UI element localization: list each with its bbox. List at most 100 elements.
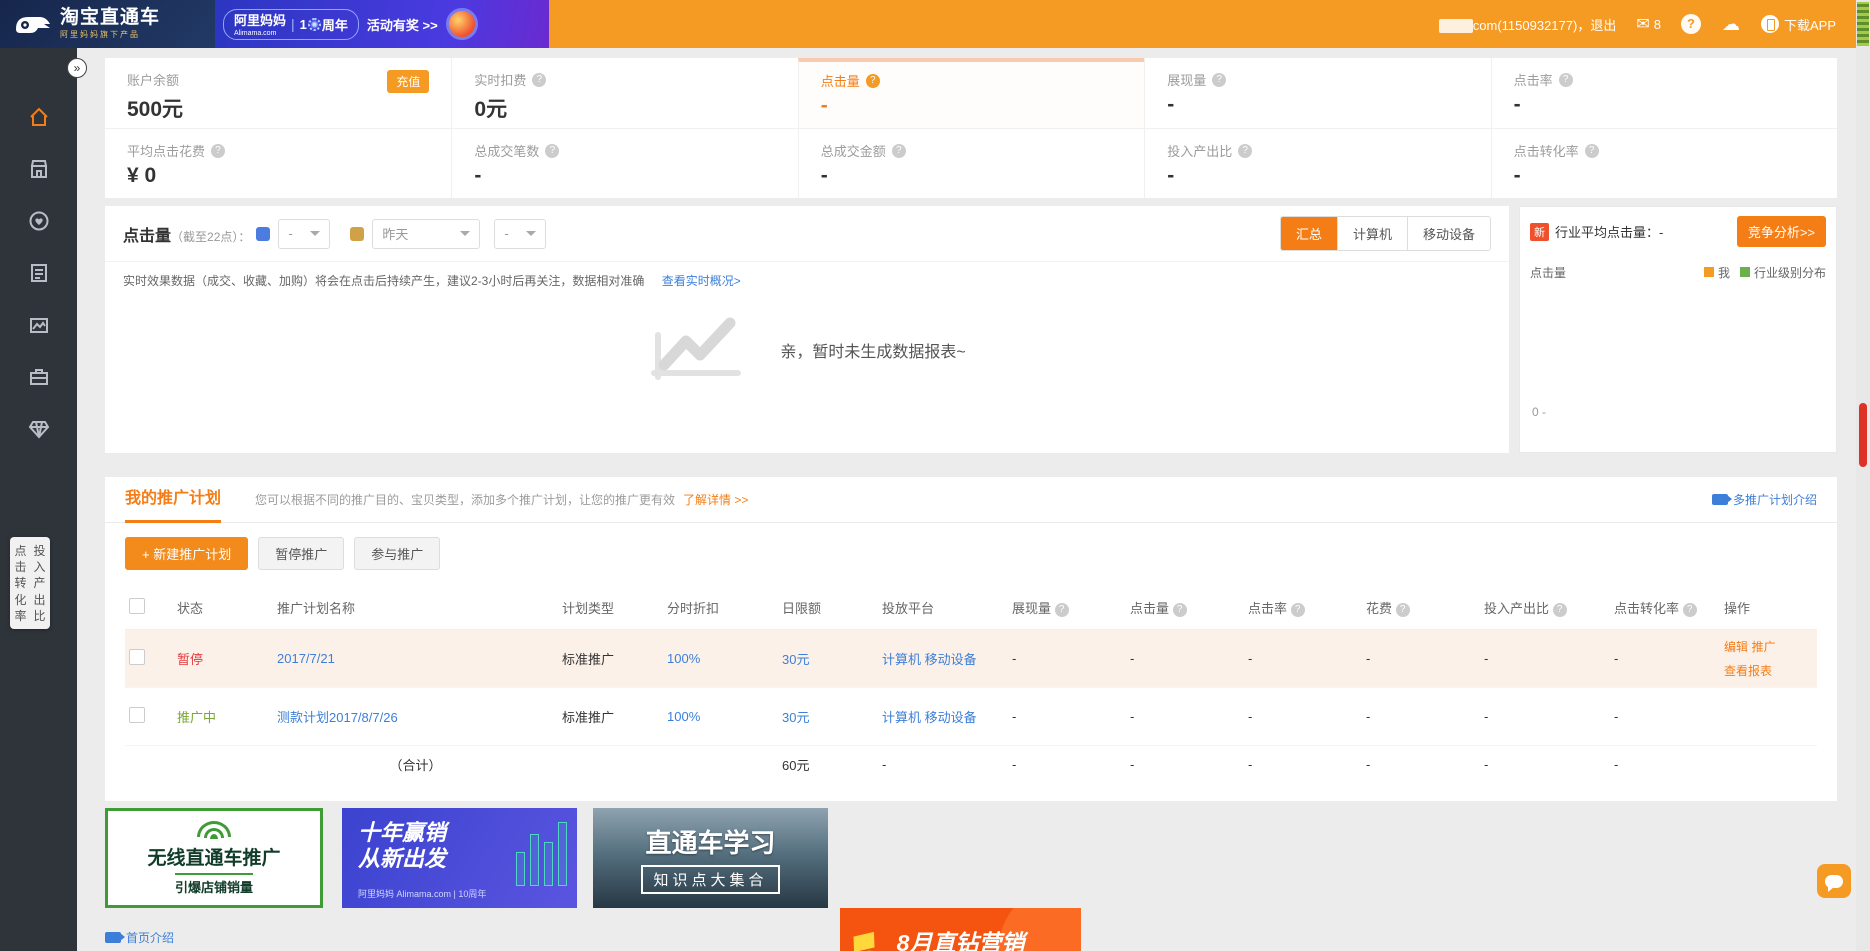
- stat-avg-cpc: 平均点击花费? ¥ 0: [105, 128, 451, 198]
- new-campaign-button[interactable]: + 新建推广计划: [125, 537, 248, 570]
- banner-wireless-promo[interactable]: 无线直通车推广 引爆店铺销量: [105, 808, 323, 908]
- metric-float-widget[interactable]: 点击转化率 投入产出比: [10, 537, 50, 629]
- help-icon[interactable]: ?: [1291, 603, 1305, 617]
- banner-anniversary[interactable]: 十年赢销 从新出发 阿里妈妈 Alimama.com | 10周年: [342, 808, 577, 908]
- sidebar-item-tools[interactable]: [28, 366, 50, 388]
- help-icon[interactable]: ?: [1553, 603, 1567, 617]
- tab-mobile[interactable]: 移动设备: [1407, 217, 1490, 250]
- new-badge: 新: [1530, 223, 1549, 241]
- account-info: com(1150932177)，退出: [1439, 15, 1617, 34]
- logout-link[interactable]: 退出: [1590, 18, 1616, 33]
- multi-campaign-intro-link[interactable]: 多推广计划介绍: [1712, 491, 1817, 508]
- tab-my-campaigns[interactable]: 我的推广计划: [125, 477, 221, 523]
- realtime-overview-link[interactable]: 查看实时概况>: [662, 274, 741, 288]
- help-icon[interactable]: ?: [1055, 603, 1069, 617]
- help-icon[interactable]: ?: [1173, 603, 1187, 617]
- daily-limit-link[interactable]: 30元: [782, 710, 809, 725]
- activity-link[interactable]: 活动有奖 >>: [367, 15, 438, 34]
- learn-more-link[interactable]: 了解详情 >>: [683, 491, 748, 508]
- sidebar-item-vip[interactable]: [28, 418, 50, 440]
- banner-title: 无线直通车推广: [147, 843, 280, 870]
- banner-subtitle: 引爆店铺销量: [175, 873, 253, 896]
- help-icon[interactable]: ?: [1396, 603, 1410, 617]
- discount-link[interactable]: 100%: [667, 651, 700, 666]
- sidebar-item-creatives[interactable]: [28, 314, 50, 336]
- customer-service-button[interactable]: [1817, 864, 1851, 898]
- discount-link[interactable]: 100%: [667, 709, 700, 724]
- help-icon[interactable]: ?: [1585, 144, 1599, 158]
- platform-computer-link[interactable]: 计算机: [882, 652, 921, 667]
- anniversary-label: 1 周年: [300, 15, 348, 34]
- anniversary-zero-icon: [308, 18, 321, 31]
- platform-computer-link[interactable]: 计算机: [882, 710, 921, 725]
- help-icon[interactable]: ?: [866, 74, 880, 88]
- help-icon[interactable]: ?: [1559, 73, 1573, 87]
- sidebar-expand-button[interactable]: »: [67, 58, 87, 78]
- tab-summary[interactable]: 汇总: [1281, 217, 1337, 250]
- series-select-a[interactable]: -: [278, 219, 330, 249]
- series-select-b[interactable]: -: [494, 219, 546, 249]
- cell-cost: -: [1362, 630, 1480, 688]
- campaign-type: 标准推广: [558, 688, 663, 746]
- anniversary-banner[interactable]: 阿里妈妈 Alimama.com | 1 周年 活动有奖 >>: [215, 0, 549, 48]
- cell-ctr: -: [1244, 688, 1362, 746]
- pause-campaign-button[interactable]: 暂停推广: [258, 537, 344, 570]
- homepage-intro-link[interactable]: 首页介绍: [105, 929, 174, 946]
- banner-title: 8月直钻营销: [897, 929, 1025, 951]
- col-discount: 分时折扣: [663, 586, 778, 630]
- axis-zero-label: 0 -: [1532, 405, 1546, 419]
- platform-mobile-link[interactable]: 移动设备: [925, 710, 977, 725]
- recharge-button[interactable]: 充值: [387, 70, 429, 93]
- scrollbar-thumb[interactable]: [1859, 403, 1867, 467]
- sidebar-item-shop[interactable]: [28, 158, 50, 180]
- alimama-en: Alimama.com: [234, 30, 286, 37]
- row-checkbox[interactable]: [129, 707, 145, 723]
- my-campaigns-panel: 我的推广计划 您可以根据不同的推广目的、宝贝类型，添加多个推广计划，让您的推广更…: [105, 477, 1837, 801]
- industry-metric-label: 点击量: [1530, 264, 1566, 281]
- platform-mobile-link[interactable]: 移动设备: [925, 652, 977, 667]
- stat-clicks[interactable]: 点击量? -: [798, 58, 1144, 128]
- page-scrollbar[interactable]: [1856, 0, 1870, 951]
- help-icon[interactable]: ?: [1212, 73, 1226, 87]
- date-select[interactable]: 昨天: [372, 219, 480, 249]
- mail-count: 8: [1654, 17, 1661, 32]
- cloud-service-button[interactable]: ☁: [1721, 14, 1741, 34]
- video-icon: [1712, 494, 1728, 505]
- sidebar-item-home[interactable]: [28, 106, 50, 128]
- alimama-cn: 阿里妈妈: [234, 13, 286, 28]
- help-icon[interactable]: ?: [892, 144, 906, 158]
- sidebar-item-favorites[interactable]: [28, 210, 50, 232]
- stat-balance-label: 账户余额: [127, 70, 429, 89]
- sidebar-item-reports[interactable]: [28, 262, 50, 284]
- banner-learning[interactable]: 直通车学习 知识点大集合: [593, 808, 828, 908]
- legend-industry-swatch: [1740, 267, 1750, 277]
- cell-cost: -: [1362, 688, 1480, 746]
- competition-analysis-button[interactable]: 竞争分析>>: [1737, 216, 1826, 247]
- stat-impressions: 展现量? -: [1144, 58, 1490, 128]
- select-all-checkbox[interactable]: [129, 598, 145, 614]
- edit-link[interactable]: 编辑: [1724, 640, 1748, 654]
- help-icon[interactable]: ?: [532, 73, 546, 87]
- col-cvr: 点击转化率 ?: [1610, 586, 1720, 630]
- industry-average-panel: 新 行业平均点击量：- 竞争分析>> 点击量 我 行业级别分布 0 -: [1519, 206, 1837, 453]
- campaign-name-link[interactable]: 2017/7/21: [277, 651, 335, 666]
- no-data-message: 亲，暂时未生成数据报表~: [780, 338, 965, 362]
- help-button[interactable]: ?: [1681, 14, 1701, 34]
- download-app-button[interactable]: 下载APP: [1761, 15, 1836, 34]
- campaign-name-link[interactable]: 测款计划2017/8/7/26: [277, 710, 398, 725]
- scrollbar-stripes: [1857, 2, 1869, 46]
- mail-button[interactable]: ✉ 8: [1636, 14, 1661, 34]
- col-name: 推广计划名称: [273, 586, 558, 630]
- help-icon[interactable]: ?: [545, 144, 559, 158]
- join-campaign-button[interactable]: 参与推广: [354, 537, 440, 570]
- banner-august-handbook[interactable]: 8月直钻营销 必备手册: [840, 908, 1081, 951]
- row-checkbox[interactable]: [129, 649, 145, 665]
- logo[interactable]: 淘宝直通车 阿里妈妈旗下产品: [0, 0, 215, 48]
- tab-computer[interactable]: 计算机: [1337, 217, 1407, 250]
- help-icon[interactable]: ?: [1238, 144, 1252, 158]
- promote-link[interactable]: 推广: [1752, 640, 1776, 654]
- help-icon[interactable]: ?: [211, 144, 225, 158]
- help-icon[interactable]: ?: [1683, 603, 1697, 617]
- daily-limit-link[interactable]: 30元: [782, 652, 809, 667]
- view-report-link[interactable]: 查看报表: [1724, 664, 1772, 678]
